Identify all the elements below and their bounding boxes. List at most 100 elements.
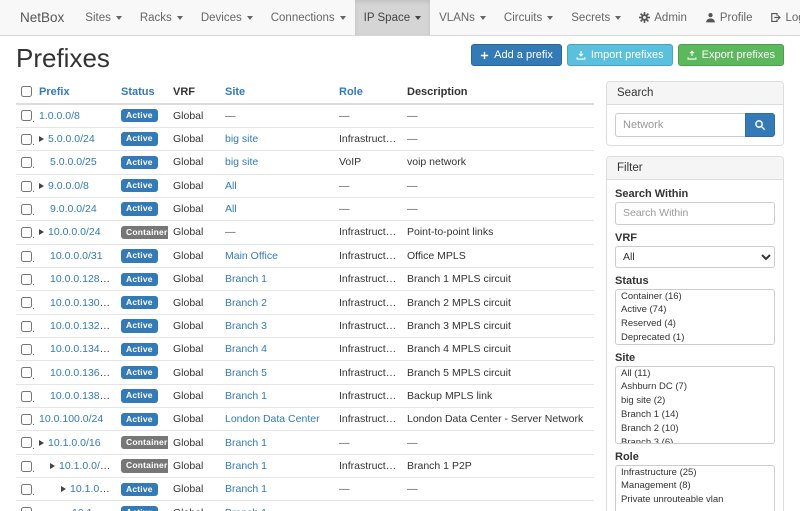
prefix-link[interactable]: 10.0.0.128/31: [50, 273, 114, 285]
nav-item-profile[interactable]: Profile: [696, 0, 762, 35]
export-prefixes-button[interactable]: Export prefixes: [678, 44, 784, 66]
site-link[interactable]: Branch 1: [225, 460, 267, 472]
filter-option[interactable]: Reserved (4): [616, 317, 774, 331]
filter-panel-title: Filter: [607, 157, 783, 180]
filter-option[interactable]: big site (2): [616, 394, 774, 408]
row-checkbox[interactable]: [21, 437, 32, 448]
filter-option[interactable]: Container (16): [616, 290, 774, 304]
row-checkbox[interactable]: [21, 414, 32, 425]
site-link[interactable]: Branch 1: [225, 390, 267, 402]
row-checkbox[interactable]: [21, 344, 32, 355]
expand-arrow-icon[interactable]: [39, 136, 44, 142]
filter-option[interactable]: Deprecated (1): [616, 331, 774, 344]
search-button[interactable]: [745, 113, 775, 137]
row-checkbox[interactable]: [21, 134, 32, 145]
nav-item-ip-space[interactable]: IP Space: [355, 0, 430, 35]
filter-option[interactable]: Branch 2 (10): [616, 422, 774, 436]
filter-option[interactable]: Branch 3 (6): [616, 436, 774, 444]
prefix-link[interactable]: 10.1.0.0/16: [48, 437, 101, 449]
expand-arrow-icon[interactable]: [39, 183, 44, 189]
site-link[interactable]: Branch 2: [225, 297, 267, 309]
site-link[interactable]: Branch 1: [225, 507, 267, 511]
prefix-link[interactable]: 10.0.0.134/31: [50, 343, 114, 355]
row-checkbox[interactable]: [21, 274, 32, 285]
add-a-prefix-button[interactable]: Add a prefix: [471, 44, 562, 66]
row-checkbox[interactable]: [21, 367, 32, 378]
prefix-link[interactable]: 10.0.0.136/31: [50, 367, 114, 379]
prefix-link[interactable]: 5.0.0.0/24: [48, 133, 95, 145]
site-link[interactable]: All: [225, 203, 237, 215]
nav-item-log-out[interactable]: Log out: [761, 0, 800, 35]
import-prefixes-button[interactable]: Import prefixes: [567, 44, 673, 66]
site-link[interactable]: Branch 4: [225, 343, 267, 355]
nav-item-sites[interactable]: Sites: [76, 0, 131, 35]
row-checkbox[interactable]: [21, 227, 32, 238]
filter-option[interactable]: Management (8): [616, 479, 774, 493]
row-checkbox[interactable]: [21, 321, 32, 332]
column-header-role[interactable]: Role: [339, 86, 363, 98]
site-link[interactable]: big site: [225, 133, 258, 145]
prefix-link[interactable]: 9.0.0.0/8: [48, 180, 89, 192]
prefix-link[interactable]: 1.0.0.0/8: [39, 110, 80, 122]
row-checkbox[interactable]: [21, 461, 32, 472]
nav-item-devices[interactable]: Devices: [192, 0, 262, 35]
nav-item-connections[interactable]: Connections: [262, 0, 355, 35]
site-link[interactable]: big site: [225, 156, 258, 168]
expand-arrow-icon[interactable]: [50, 463, 55, 469]
filter-option[interactable]: Ashburn DC (7): [616, 380, 774, 394]
app-brand[interactable]: NetBox: [8, 0, 76, 35]
prefix-link[interactable]: 10.0.0.132/31: [50, 320, 114, 332]
expand-arrow-icon[interactable]: [39, 440, 44, 446]
nav-item-racks[interactable]: Racks: [131, 0, 192, 35]
row-checkbox[interactable]: [21, 157, 32, 168]
column-header-site[interactable]: Site: [225, 86, 245, 98]
prefix-link[interactable]: 10.1.0.0/24: [59, 460, 112, 472]
row-checkbox[interactable]: [21, 507, 32, 511]
filter-multiselect-site[interactable]: All (11)Ashburn DC (7)big site (2)Branch…: [615, 366, 775, 444]
filter-multiselect-role[interactable]: Infrastructure (25)Management (8)Private…: [615, 465, 775, 511]
filter-select-vrf[interactable]: All: [615, 246, 775, 268]
search-input[interactable]: [615, 113, 745, 137]
prefix-link[interactable]: 9.0.0.0/24: [50, 203, 97, 215]
prefix-link[interactable]: 10.0.100.0/24: [39, 413, 103, 425]
select-all-checkbox[interactable]: [21, 86, 32, 97]
nav-item-circuits[interactable]: Circuits: [495, 0, 562, 35]
site-link[interactable]: Branch 1: [225, 437, 267, 449]
expand-arrow-icon[interactable]: [39, 229, 44, 235]
prefix-link[interactable]: 5.0.0.0/25: [50, 156, 97, 168]
row-checkbox[interactable]: [21, 391, 32, 402]
site-link[interactable]: Branch 3: [225, 320, 267, 332]
site-link[interactable]: Main Office: [225, 250, 278, 262]
site-link[interactable]: Branch 5: [225, 367, 267, 379]
column-header-prefix[interactable]: Prefix: [39, 86, 70, 98]
row-checkbox[interactable]: [21, 297, 32, 308]
site-link[interactable]: All: [225, 180, 237, 192]
filter-option[interactable]: Branch 1 (14): [616, 408, 774, 422]
nav-item-admin[interactable]: Admin: [630, 0, 696, 35]
site-link[interactable]: London Data Center: [225, 413, 320, 425]
filter-option[interactable]: Infrastructure (25): [616, 466, 774, 480]
row-checkbox[interactable]: [21, 484, 32, 495]
row-checkbox[interactable]: [21, 251, 32, 262]
filter-option[interactable]: Active (74): [616, 303, 774, 317]
expand-arrow-icon[interactable]: [61, 486, 66, 492]
row-checkbox[interactable]: [21, 181, 32, 192]
row-checkbox[interactable]: [21, 110, 32, 121]
site-link[interactable]: Branch 1: [225, 483, 267, 495]
site-link[interactable]: Branch 1: [225, 273, 267, 285]
prefix-link[interactable]: 10.0.0.138/31: [50, 390, 114, 402]
filter-multiselect-status[interactable]: Container (16)Active (74)Reserved (4)Dep…: [615, 289, 775, 345]
filter-option[interactable]: Private unrouteable vlan: [616, 493, 774, 507]
prefix-link[interactable]: 10.0.0.130/31: [50, 297, 114, 309]
nav-item-vlans[interactable]: VLANs: [430, 0, 495, 35]
prefix-link[interactable]: 10.0.0.0/24: [48, 226, 101, 238]
column-header-status[interactable]: Status: [121, 86, 155, 98]
prefix-link[interactable]: 10.0.0.0/31: [50, 250, 103, 262]
nav-item-secrets[interactable]: Secrets: [562, 0, 630, 35]
prefix-link[interactable]: 10.1.0.0/26: [72, 507, 116, 511]
filter-option[interactable]: All (11): [616, 367, 774, 381]
prefix-link[interactable]: 10.1.0.0/25: [70, 483, 116, 495]
filter-input-search-within[interactable]: [615, 202, 775, 225]
status-cell: Active: [116, 478, 168, 501]
row-checkbox[interactable]: [21, 204, 32, 215]
